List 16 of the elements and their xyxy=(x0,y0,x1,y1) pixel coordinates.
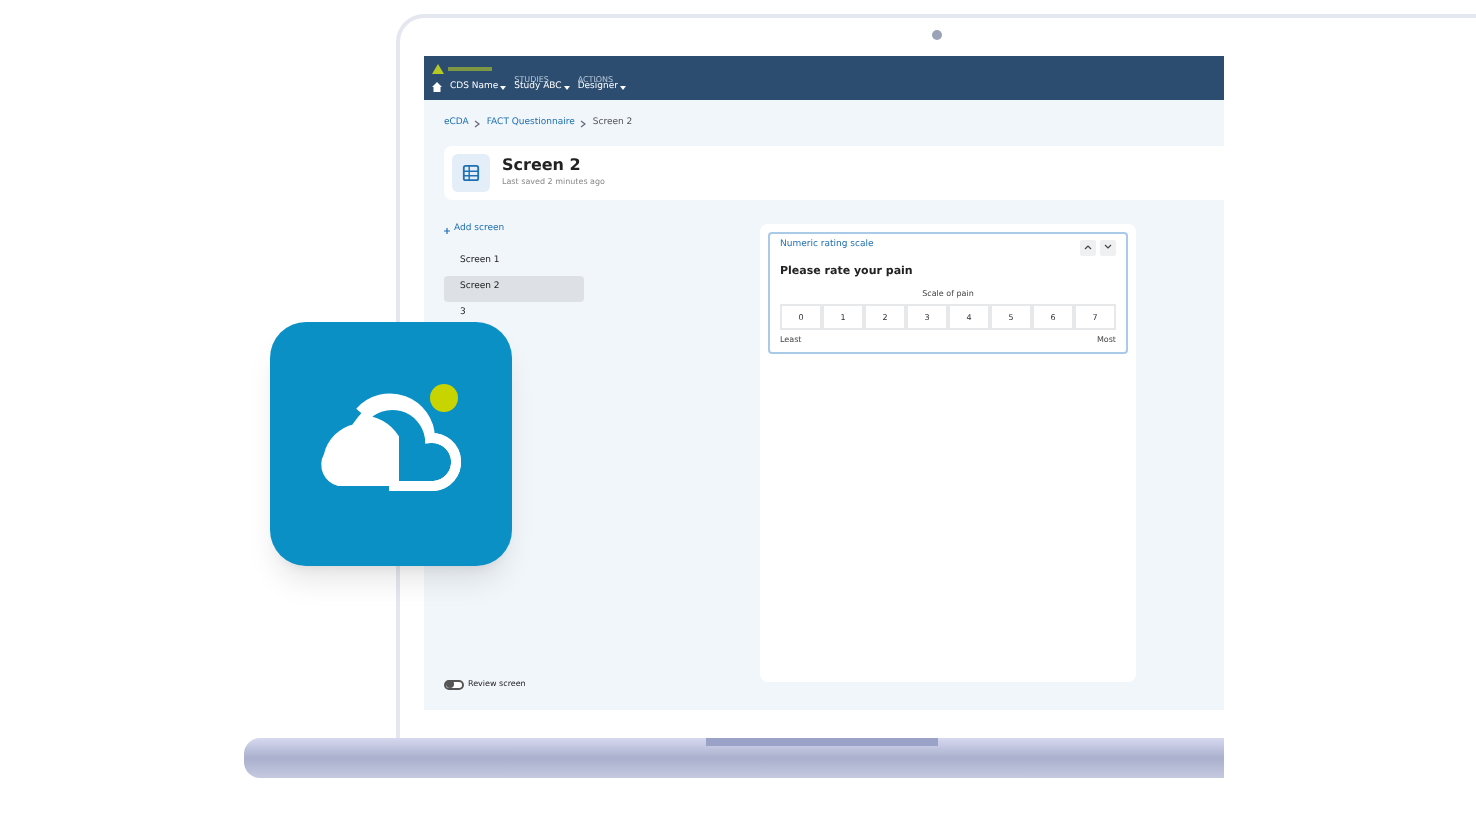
chevron-down-icon xyxy=(1104,244,1112,251)
home-icon[interactable] xyxy=(432,82,442,93)
move-down-button[interactable] xyxy=(1100,239,1116,256)
logo-icon xyxy=(432,63,492,74)
plus-icon xyxy=(444,227,450,234)
move-up-button[interactable] xyxy=(1080,239,1096,256)
caret-down-icon xyxy=(500,86,507,90)
table-icon xyxy=(452,153,490,192)
chevron-up-icon xyxy=(1084,244,1092,251)
camera-icon xyxy=(932,30,942,40)
chevron-right-icon xyxy=(580,120,587,129)
toggle-switch[interactable] xyxy=(444,679,464,689)
caret-down-icon xyxy=(563,86,570,90)
chevron-right-icon xyxy=(474,120,481,129)
page-title: Screen 2 xyxy=(502,156,583,177)
caret-down-icon xyxy=(619,86,626,90)
